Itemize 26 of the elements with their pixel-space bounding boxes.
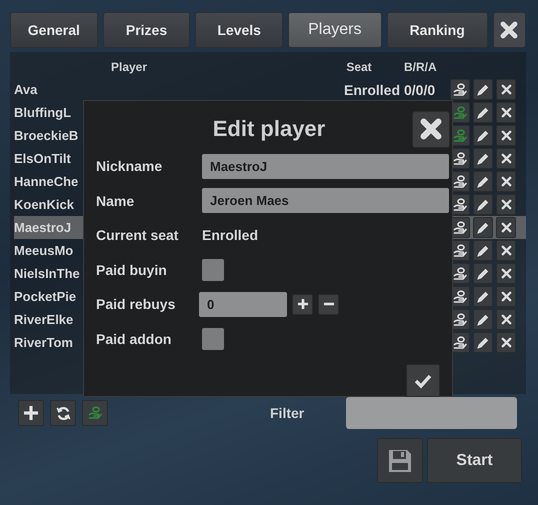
field-label: Nickname — [96, 158, 162, 174]
field-label: Name — [96, 192, 134, 209]
player-name: NielsInThe — [14, 266, 80, 281]
player-name: MeeusMo — [14, 243, 74, 258]
player-name: KoenKick — [14, 197, 74, 212]
player-name: BluffingL — [14, 105, 72, 120]
seat-cell: Enrolled — [344, 82, 400, 98]
player-name: PocketPie — [14, 289, 76, 304]
player-name: HanneChe — [14, 174, 78, 189]
field-label: Paid buyin — [96, 262, 167, 278]
dialog-title: Edit player — [212, 116, 326, 142]
player-name: MaestroJ — [14, 220, 72, 235]
bra-cell: 0/0/0 — [404, 82, 436, 98]
field-label: Paid addon — [96, 330, 172, 347]
player-name: BroeckieB — [14, 128, 78, 143]
player-name: Ava — [14, 82, 38, 97]
player-name: RiverElke — [14, 312, 74, 327]
column-header: B/R/A — [404, 60, 438, 74]
filter-label: Filter — [270, 405, 306, 421]
column-header: Player — [110, 60, 148, 74]
player-name: ElsOnTilt — [14, 151, 71, 166]
field-label: Current seat — [96, 227, 178, 244]
field-label: Paid rebuys — [96, 296, 176, 312]
column-header: Seat — [345, 60, 373, 74]
player-name: RiverTom — [14, 335, 73, 350]
seat-value: Enrolled — [202, 227, 258, 244]
